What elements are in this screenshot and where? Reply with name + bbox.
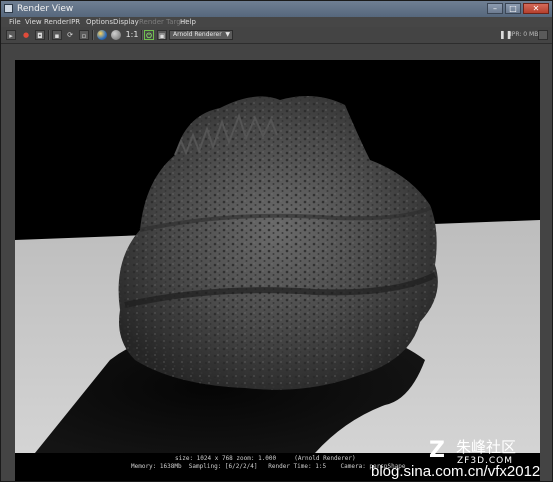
- rock-texture: [118, 96, 438, 390]
- chevron-down-icon: ▼: [225, 31, 230, 38]
- snapshot-icon[interactable]: ◘: [35, 30, 45, 40]
- menu-options[interactable]: Options: [86, 17, 113, 27]
- watermark-cn: 朱峰社区: [456, 438, 517, 456]
- renderer-dropdown[interactable]: Arnold Renderer ▼: [169, 30, 233, 40]
- options-icon[interactable]: [538, 30, 548, 40]
- ipr-memory-label: IPR: 0 MB: [510, 31, 539, 38]
- menu-file[interactable]: File: [9, 17, 21, 27]
- region-icon[interactable]: ▣: [157, 30, 167, 40]
- render-viewport[interactable]: [15, 60, 540, 453]
- ratio-label[interactable]: 1:1: [124, 30, 140, 40]
- color-ball-icon[interactable]: [97, 30, 107, 40]
- menu-render[interactable]: Render: [44, 17, 69, 27]
- toolbar-separator: [48, 30, 50, 40]
- menu-ipr[interactable]: IPR: [69, 17, 80, 27]
- menu-view[interactable]: View: [25, 17, 42, 27]
- gray-ball-icon[interactable]: [111, 30, 121, 40]
- menu-bar: File View Render IPR Options Display Ren…: [1, 17, 552, 27]
- close-button[interactable]: ✕: [523, 3, 549, 14]
- rendered-image: [15, 96, 540, 453]
- window-title: Render View: [17, 4, 74, 14]
- minimize-button[interactable]: –: [487, 3, 503, 14]
- stop-icon[interactable]: ●: [21, 30, 31, 40]
- blog-watermark: blog.sina.com.cn/vfx2012: [371, 463, 541, 480]
- ipr-icon[interactable]: ⏻: [144, 30, 154, 40]
- title-bar: Render View – □ ✕: [1, 1, 552, 17]
- keep-image-icon[interactable]: ▪: [52, 30, 62, 40]
- status-line-1: size: 1024 x 768 zoom: 1.000 (Arnold Ren…: [175, 455, 356, 462]
- watermark-logo: Z: [429, 438, 445, 463]
- app-icon: [4, 4, 13, 13]
- status-line-2: Memory: 1638Mb Sampling: [6/2/2/4] Rende…: [131, 463, 406, 470]
- menu-display[interactable]: Display: [113, 17, 139, 27]
- toolbar-separator: [141, 30, 143, 40]
- window-controls: – □ ✕: [487, 3, 549, 14]
- renderer-value: Arnold Renderer: [173, 31, 222, 38]
- render-icon[interactable]: ▸: [6, 30, 16, 40]
- render-view-window: Render View – □ ✕ File View Render IPR O…: [0, 0, 553, 482]
- menu-help[interactable]: Help: [180, 17, 196, 27]
- remove-image-icon[interactable]: ▫: [79, 30, 89, 40]
- toolbar-separator: [92, 30, 94, 40]
- maximize-button[interactable]: □: [505, 3, 521, 14]
- toolbar: ▸ ● ◘ ▪ ⟳ ▫ 1:1 ⏻ ▣ Arnold Renderer ▼ ❚❚…: [1, 27, 552, 44]
- refresh-icon[interactable]: ⟳: [65, 30, 75, 40]
